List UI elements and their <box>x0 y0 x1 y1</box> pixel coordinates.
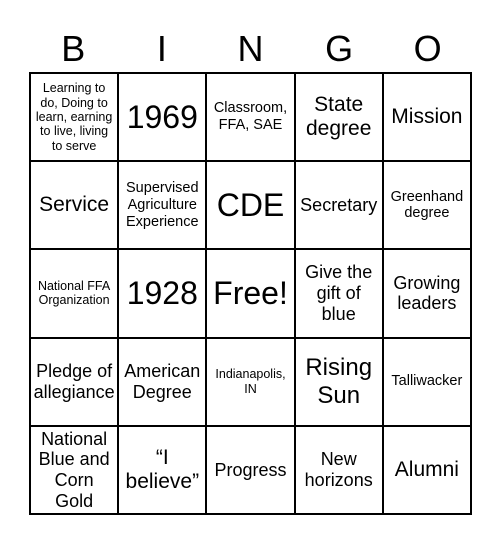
bingo-cell-n5[interactable]: Progress <box>207 426 294 513</box>
bingo-cell-label: Growing leaders <box>393 272 461 314</box>
bingo-cell-label: 1969 <box>126 98 198 135</box>
bingo-cell-label: Rising Sun <box>305 354 373 409</box>
bingo-cell-b1[interactable]: Learning to do, Doing to learn, earning … <box>31 74 118 161</box>
bingo-board: Learning to do, Doing to learn, earning … <box>29 72 472 515</box>
bingo-cell-o2[interactable]: Greenhand degree <box>383 162 470 249</box>
header-letter-g: G <box>325 28 354 69</box>
bingo-cell-label: Secretary <box>300 194 378 215</box>
bingo-cell-label: National FFA Organization <box>37 279 111 308</box>
bingo-cell-label: National Blue and Corn Gold <box>38 428 110 511</box>
bingo-cell-o1[interactable]: Mission <box>383 74 470 161</box>
header-letter-o: O <box>413 28 442 69</box>
bingo-cell-g3[interactable]: Give the gift of blue <box>295 250 382 337</box>
bingo-cell-label: Give the gift of blue <box>305 262 373 324</box>
bingo-cell-label: Supervised Agriculture Experience <box>126 180 199 230</box>
bingo-cell-label: Pledge of allegiance <box>33 361 115 402</box>
bingo-cell-label: Service <box>39 193 110 217</box>
bingo-cell-label: Mission <box>391 105 463 129</box>
bingo-cell-label: Greenhand degree <box>390 188 464 222</box>
bingo-cell-g4[interactable]: Rising Sun <box>295 338 382 425</box>
bingo-cell-i2[interactable]: Supervised Agriculture Experience <box>119 162 206 249</box>
bingo-cell-label: State degree <box>306 92 372 141</box>
bingo-cell-label: Alumni <box>394 457 459 481</box>
bingo-cell-label: 1928 <box>126 275 198 312</box>
header-letter-i: I <box>156 28 167 69</box>
bingo-cell-n1[interactable]: Classroom, FFA, SAE <box>207 74 294 161</box>
bingo-cell-o3[interactable]: Growing leaders <box>383 250 470 337</box>
bingo-cell-n4[interactable]: Indianapolis, IN <box>207 338 294 425</box>
bingo-cell-label: Talliwacker <box>391 373 463 390</box>
bingo-cell-i3[interactable]: 1928 <box>119 250 206 337</box>
bingo-cell-g5[interactable]: New horizons <box>295 426 382 513</box>
bingo-cell-label: Classroom, FFA, SAE <box>213 100 288 134</box>
bingo-cell-label: “I believe” <box>125 445 200 493</box>
bingo-cell-b5[interactable]: National Blue and Corn Gold <box>31 426 118 513</box>
bingo-cell-b4[interactable]: Pledge of allegiance <box>31 338 118 425</box>
bingo-cell-i4[interactable]: American Degree <box>119 338 206 425</box>
bingo-cell-label: American Degree <box>124 361 201 402</box>
bingo-cell-label: CDE <box>216 186 285 223</box>
bingo-cell-b3[interactable]: National FFA Organization <box>31 250 118 337</box>
bingo-cell-g1[interactable]: State degree <box>295 74 382 161</box>
bingo-header: B I N G O <box>29 26 472 72</box>
bingo-cell-label: Learning to do, Doing to learn, earning … <box>35 81 113 153</box>
bingo-cell-o5[interactable]: Alumni <box>383 426 470 513</box>
bingo-cell-label: Indianapolis, IN <box>215 367 286 396</box>
bingo-cell-label: New horizons <box>304 449 373 490</box>
bingo-cell-label: Progress <box>214 459 287 480</box>
bingo-cell-g2[interactable]: Secretary <box>295 162 382 249</box>
bingo-cell-b2[interactable]: Service <box>31 162 118 249</box>
bingo-cell-label: Free! <box>213 275 288 312</box>
bingo-cell-i1[interactable]: 1969 <box>119 74 206 161</box>
header-letter-b: B <box>61 28 86 69</box>
bingo-cell-o4[interactable]: Talliwacker <box>383 338 470 425</box>
bingo-cell-n2[interactable]: CDE <box>207 162 294 249</box>
header-letter-n: N <box>237 28 264 69</box>
bingo-cell-i5[interactable]: “I believe” <box>119 426 206 513</box>
bingo-cell-n3[interactable]: Free! <box>207 250 294 337</box>
